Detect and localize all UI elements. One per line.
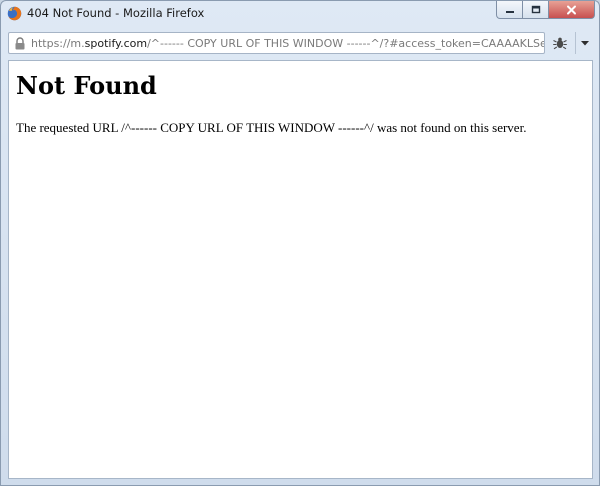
maximize-button[interactable] [523,1,549,19]
title-bar[interactable]: 404 Not Found - Mozilla Firefox [1,1,599,27]
minimize-icon [505,10,514,13]
error-message: The requested URL /^------ COPY URL OF T… [16,120,527,135]
window-title: 404 Not Found - Mozilla Firefox [27,6,205,20]
url-prefix: https://m. [31,36,85,50]
page-title: Not Found [16,71,157,100]
navigation-toolbar: https://m.spotify.com/^------ COPY URL O… [8,32,594,56]
browser-window: 404 Not Found - Mozilla Firefox https://… [0,0,600,486]
url-bar-buttons [545,32,594,54]
window-controls [496,1,595,19]
page-content: Not Found The requested URL /^------ COP… [8,60,593,479]
firefox-icon [7,6,22,21]
extension-icon [553,37,567,50]
url-text[interactable]: https://m.spotify.com/^------ COPY URL O… [31,37,544,50]
url-dropdown-button[interactable] [575,32,594,54]
url-host: spotify.com [84,36,148,50]
extension-button[interactable] [545,32,575,54]
maximize-icon [531,5,540,13]
lock-icon[interactable] [14,36,26,50]
url-bar[interactable]: https://m.spotify.com/^------ COPY URL O… [8,32,545,54]
url-path: /^------ COPY URL OF THIS WINDOW ------^… [147,36,544,50]
close-button[interactable] [549,1,595,19]
dropdown-arrow-icon [581,40,589,45]
minimize-button[interactable] [496,1,523,19]
close-icon [567,5,576,14]
